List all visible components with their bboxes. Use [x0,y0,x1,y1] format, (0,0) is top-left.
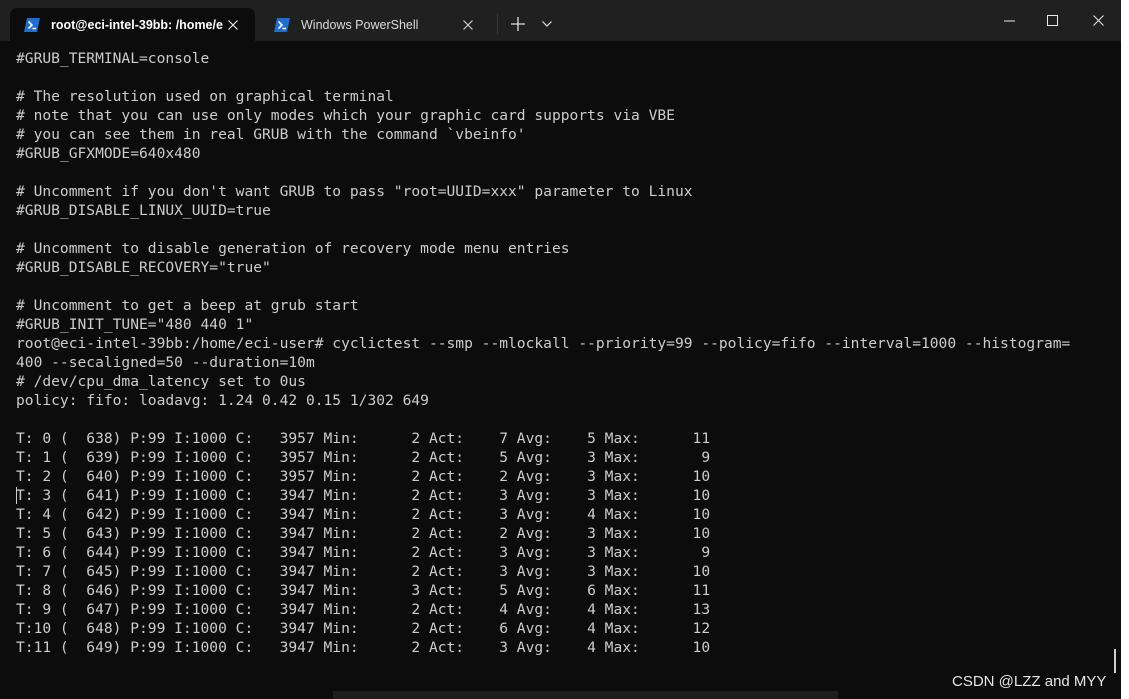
terminal-line: # The resolution used on graphical termi… [16,88,394,105]
powershell-icon [274,17,290,32]
terminal-line: T: 2 ( 640) P:99 I:1000 C: 3957 Min: 2 A… [16,468,711,485]
watermark: CSDN @LZZ and MYY [952,673,1107,690]
terminal-line: T: 9 ( 647) P:99 I:1000 C: 3947 Min: 2 A… [16,601,711,618]
terminal-line: T: 8 ( 646) P:99 I:1000 C: 3947 Min: 3 A… [16,582,711,599]
terminal-line: #GRUB_DISABLE_LINUX_UUID=true [16,202,271,219]
terminal-line: T: 3 ( 641) P:99 I:1000 C: 3947 Min: 2 A… [16,487,711,504]
powershell-icon [24,17,40,32]
terminal-line: #GRUB_INIT_TUNE="480 440 1" [16,316,254,333]
close-tab-icon[interactable] [458,15,478,35]
new-tab-button[interactable] [503,10,533,38]
terminal-line: #GRUB_GFXMODE=640x480 [16,145,201,162]
close-icon[interactable] [1075,0,1121,41]
terminal-line: T: 4 ( 642) P:99 I:1000 C: 3947 Min: 2 A… [16,506,711,523]
terminal-line: #GRUB_TERMINAL=console [16,50,210,67]
close-tab-icon[interactable] [223,15,243,35]
tab-windows-powershell[interactable]: Windows PowerShell [260,8,490,41]
terminal-line: # Uncomment if you don't want GRUB to pa… [16,183,693,200]
tab-divider [497,14,498,34]
terminal-line: # note that you can use only modes which… [16,107,675,124]
terminal-output[interactable]: #GRUB_TERMINAL=console # The resolution u… [0,41,1121,692]
tab-label: Windows PowerShell [301,17,419,32]
terminal-line: # you can see them in real GRUB with the… [16,126,526,143]
title-bar: root@eci-intel-39bb: /home/e Windows Pow… [0,0,1121,41]
scrollbar-thumb[interactable] [1114,649,1116,673]
terminal-line: T: 5 ( 643) P:99 I:1000 C: 3947 Min: 2 A… [16,525,711,542]
terminal-line: root@eci-intel-39bb:/home/eci-user# cycl… [16,335,1071,352]
terminal-line: T: 0 ( 638) P:99 I:1000 C: 3957 Min: 2 A… [16,430,711,447]
terminal-line: T: 1 ( 639) P:99 I:1000 C: 3957 Min: 2 A… [16,449,711,466]
tab-root-shell[interactable]: root@eci-intel-39bb: /home/e [10,8,255,41]
text-cursor [16,487,17,504]
terminal-line: policy: fifo: loadavg: 1.24 0.42 0.15 1/… [16,392,429,409]
desktop-edge [1121,0,1129,699]
terminal-line: T: 6 ( 644) P:99 I:1000 C: 3947 Min: 2 A… [16,544,711,561]
terminal-line: 400 --secaligned=50 --duration=10m [16,354,315,371]
terminal-line: # Uncomment to disable generation of rec… [16,240,570,257]
terminal-window: root@eci-intel-39bb: /home/e Windows Pow… [0,0,1121,699]
minimize-icon[interactable] [986,0,1032,41]
taskbar-strip [333,691,838,699]
terminal-line: # /dev/cpu_dma_latency set to 0us [16,373,306,390]
maximize-icon[interactable] [1029,0,1075,41]
chevron-down-icon[interactable] [535,10,559,38]
terminal-line: T:10 ( 648) P:99 I:1000 C: 3947 Min: 2 A… [16,620,711,637]
tab-label: root@eci-intel-39bb: /home/e [51,17,223,32]
terminal-line: T: 7 ( 645) P:99 I:1000 C: 3947 Min: 2 A… [16,563,711,580]
terminal-line: T:11 ( 649) P:99 I:1000 C: 3947 Min: 2 A… [16,639,711,656]
terminal-line: # Uncomment to get a beep at grub start [16,297,359,314]
terminal-line: #GRUB_DISABLE_RECOVERY="true" [16,259,271,276]
